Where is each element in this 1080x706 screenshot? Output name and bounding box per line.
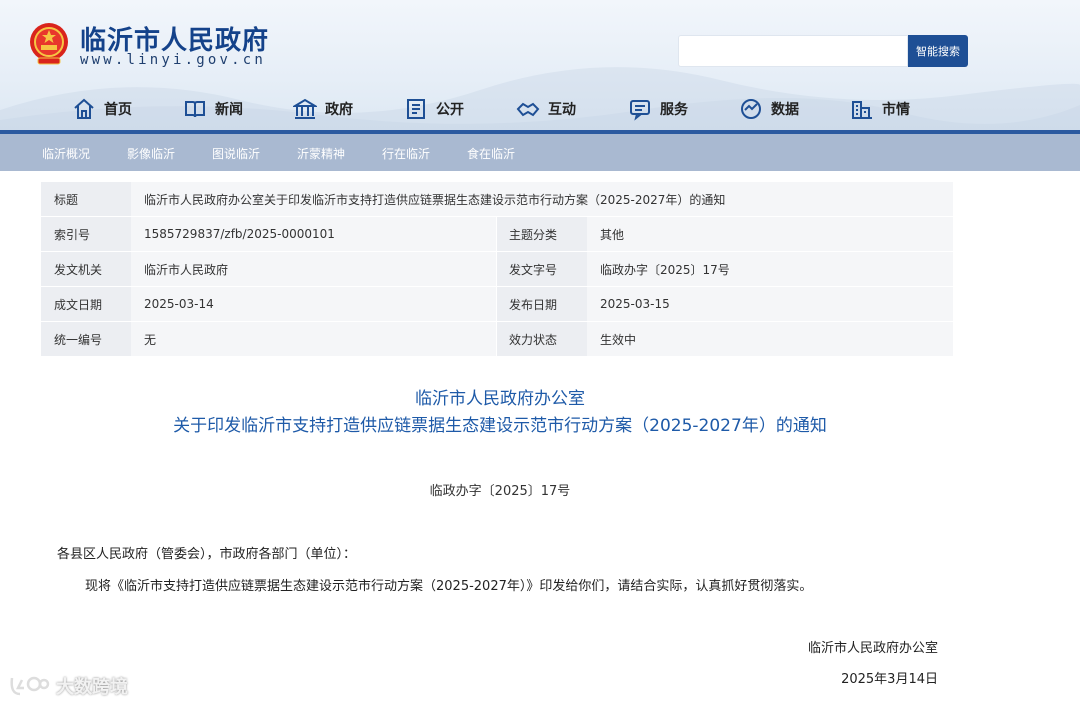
info-row-title: 标题 临沂市人民政府办公室关于印发临沂市支持打造供应链票据生态建设示范市行动方案… [41,182,953,217]
document-salutation: 各县区人民政府（管委会），市政府各部门（单位）： [57,547,357,562]
info-row: 发文机关 临沂市人民政府 发文字号 临政办字〔2025〕17号 [41,252,953,287]
info-value: 1585729837/zfb/2025-0000101 [144,227,335,241]
site-header: 临沂市人民政府 www.linyi.gov.cn 智能搜索 首页 新闻 政府 公… [0,0,1080,130]
nav-item-disclosure[interactable]: 公开 [404,96,464,122]
info-label: 发文字号 [497,252,587,286]
nav-item-news[interactable]: 新闻 [183,96,243,122]
info-row: 索引号 1585729837/zfb/2025-0000101 主题分类 其他 [41,217,953,252]
info-label: 索引号 [41,217,131,251]
site-url: www.linyi.gov.cn [80,52,267,68]
info-label: 统一编号 [41,322,131,356]
nav-label: 数据 [771,102,799,118]
document-date: 2025年3月14日 [841,672,938,687]
info-value: 2025-03-14 [144,297,214,311]
info-label: 效力状态 [497,322,587,356]
info-label: 成文日期 [41,287,131,321]
info-value: 临政办字〔2025〕17号 [600,262,730,277]
nav-label: 服务 [660,102,688,118]
search-button[interactable]: 智能搜索 [908,35,968,67]
nav-label: 首页 [104,102,132,118]
subnav-item[interactable]: 食在临沂 [467,145,515,162]
document-title: 关于印发临沂市支持打造供应链票据生态建设示范市行动方案（2025-2027年）的… [173,416,827,436]
subnav-item[interactable]: 影像临沂 [127,145,175,162]
nav-label: 市情 [882,102,910,118]
nav-label: 新闻 [215,102,243,118]
info-value: 无 [144,332,157,347]
data-icon [741,99,761,119]
government-icon [293,98,317,119]
nav-item-city[interactable]: 市情 [850,96,910,122]
interaction-icon [516,102,540,117]
info-value: 其他 [600,227,625,242]
service-icon [630,100,650,121]
nav-item-service[interactable]: 服务 [628,96,688,122]
info-value: 临沂市人民政府 [144,262,229,277]
info-value: 生效中 [600,332,637,347]
nav-item-government[interactable]: 政府 [293,96,353,122]
disclosure-icon [407,99,425,119]
info-value: 2025-03-15 [600,297,670,311]
watermark: 大数跨境 [8,672,128,700]
nav-item-home[interactable]: 首页 [72,96,132,122]
subnav-item[interactable]: 沂蒙精神 [297,145,345,162]
subnav-item[interactable]: 行在临沂 [382,145,430,162]
nav-label: 互动 [548,102,576,118]
nav-item-interaction[interactable]: 互动 [516,96,576,122]
city-icon [852,101,872,119]
info-label: 发文机关 [41,252,131,286]
info-row: 统一编号 无 效力状态 生效中 [41,322,953,357]
info-label: 主题分类 [497,217,587,251]
sub-nav: 临沂概况 影像临沂 图说临沂 沂蒙精神 行在临沂 食在临沂 [0,134,1080,171]
watermark-text: 大数跨境 [56,677,128,698]
nav-label: 公开 [436,102,464,118]
info-label: 发布日期 [497,287,587,321]
nav-item-data[interactable]: 数据 [739,96,799,122]
document-signature: 临沂市人民政府办公室 [807,641,938,656]
document-issuer-title: 临沂市人民政府办公室 [415,389,585,409]
subnav-item[interactable]: 图说临沂 [212,145,260,162]
main-nav: 首页 新闻 政府 公开 互动 服务 数据 市情 [0,88,1080,130]
document-body: 现将《临沂市支持打造供应链票据生态建设示范市行动方案（2025-2027年）》印… [85,579,813,594]
document-number: 临政办字〔2025〕17号 [429,484,571,499]
national-emblem-icon [30,23,68,65]
info-label: 标题 [41,182,131,216]
news-icon [185,101,205,118]
search-input[interactable] [678,35,908,67]
home-icon [74,98,94,119]
info-row: 成文日期 2025-03-14 发布日期 2025-03-15 [41,287,953,322]
watermark-logo-icon [10,676,50,696]
subnav-item[interactable]: 临沂概况 [42,145,90,162]
nav-label: 政府 [325,102,353,118]
document-info-table: 标题 临沂市人民政府办公室关于印发临沂市支持打造供应链票据生态建设示范市行动方案… [41,182,953,356]
info-value-title: 临沂市人民政府办公室关于印发临沂市支持打造供应链票据生态建设示范市行动方案（20… [144,192,726,207]
